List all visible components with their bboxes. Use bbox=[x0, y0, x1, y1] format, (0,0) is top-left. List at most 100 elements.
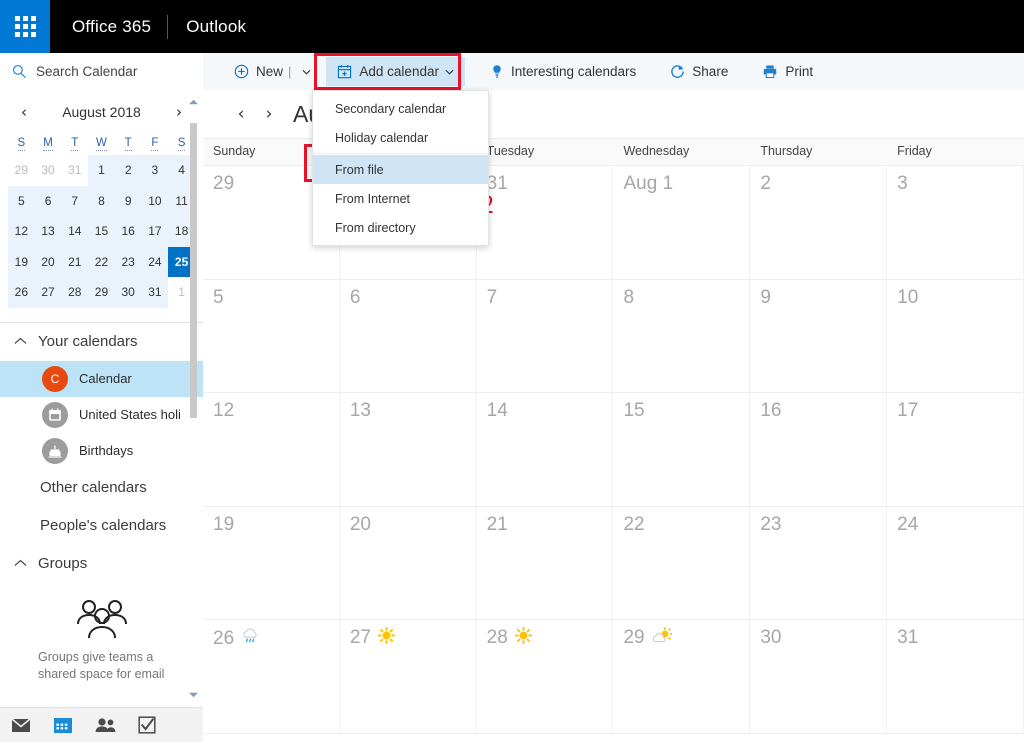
menu-item[interactable]: From Internet bbox=[313, 184, 488, 213]
peoples-calendars-header[interactable]: People's calendars bbox=[0, 507, 203, 545]
mini-calendar-title[interactable]: August 2018 bbox=[62, 104, 141, 120]
sidebar-scrollbar[interactable] bbox=[187, 95, 200, 702]
calendar-day-cell[interactable]: Aug 1 bbox=[613, 166, 751, 279]
menu-item[interactable]: From directory bbox=[313, 213, 488, 242]
calendar-day-number: 7 bbox=[486, 286, 498, 308]
sidebar-item-calendar[interactable]: C Calendar bbox=[0, 360, 203, 397]
people-icon[interactable] bbox=[84, 717, 126, 733]
calendar-day-cell[interactable]: 29 bbox=[613, 620, 751, 733]
mini-calendar-day[interactable]: 23 bbox=[114, 246, 142, 277]
add-calendar-button[interactable]: Add calendar bbox=[326, 57, 465, 86]
mini-calendar-day[interactable]: 30 bbox=[114, 277, 142, 308]
mini-calendar-day[interactable]: 26 bbox=[8, 277, 35, 308]
scroll-down-icon[interactable] bbox=[187, 688, 200, 702]
mini-calendar-day[interactable]: 21 bbox=[61, 246, 89, 277]
calendar-day-cell[interactable]: 30 bbox=[750, 620, 888, 733]
calendar-day-cell[interactable]: 22 bbox=[613, 506, 751, 619]
mini-calendar-day[interactable]: 8 bbox=[88, 185, 115, 216]
search-input[interactable]: Search Calendar bbox=[0, 53, 203, 91]
menu-item[interactable]: From file bbox=[313, 155, 488, 184]
calendar-day-cell[interactable]: 26 bbox=[203, 620, 340, 733]
mini-calendar-day[interactable]: 6 bbox=[34, 185, 62, 216]
calendar-icon[interactable] bbox=[42, 716, 84, 734]
print-button[interactable]: Print bbox=[751, 57, 824, 86]
calendar-day-cell[interactable]: 9 bbox=[750, 279, 888, 392]
interesting-calendars-button[interactable]: Interesting calendars bbox=[479, 57, 647, 86]
calendar-day-cell[interactable]: 8 bbox=[613, 279, 751, 392]
mini-calendar-day[interactable]: 7 bbox=[61, 185, 89, 216]
calendar-day-cell[interactable]: 23 bbox=[750, 506, 888, 619]
mini-calendar-day[interactable]: 13 bbox=[34, 216, 62, 247]
app-launcher-icon[interactable] bbox=[0, 0, 50, 53]
chevron-down-icon[interactable] bbox=[445, 66, 454, 78]
tasks-icon[interactable] bbox=[126, 716, 168, 734]
mini-calendar-day[interactable]: 10 bbox=[141, 185, 169, 216]
mini-calendar-next-month[interactable]: › bbox=[169, 103, 189, 121]
scrollbar-thumb[interactable] bbox=[190, 123, 197, 418]
mini-calendar-day[interactable]: 5 bbox=[8, 185, 35, 216]
calendar-day-cell[interactable]: 10 bbox=[887, 279, 1024, 392]
calendar-day-cell[interactable]: 13 bbox=[340, 393, 477, 506]
new-button[interactable]: New | bbox=[223, 57, 322, 86]
calendar-day-cell[interactable]: 17 bbox=[887, 393, 1024, 506]
calendar-next-button[interactable]: › bbox=[255, 104, 283, 124]
calendar-day-number: 12 bbox=[213, 400, 235, 421]
mini-calendar-day[interactable]: 24 bbox=[141, 246, 169, 277]
mini-calendar-day[interactable]: 3 bbox=[141, 155, 169, 186]
menu-item[interactable]: Holiday calendar bbox=[313, 123, 488, 152]
mini-calendar-day[interactable]: 20 bbox=[34, 246, 62, 277]
calendar-day-cell[interactable]: 28 bbox=[477, 620, 614, 733]
calendar-day-cell[interactable]: 27 bbox=[340, 620, 477, 733]
groups-header[interactable]: Groups bbox=[0, 545, 203, 583]
mini-calendar-day[interactable]: 19 bbox=[8, 246, 35, 277]
menu-item[interactable]: Secondary calendar bbox=[313, 94, 488, 123]
calendar-day-cell[interactable]: 14 bbox=[477, 393, 614, 506]
mini-calendar-day[interactable]: 9 bbox=[114, 185, 142, 216]
calendar-day-number: 29 bbox=[213, 173, 235, 194]
calendar-day-cell[interactable]: 20 bbox=[340, 506, 477, 619]
mini-calendar-day[interactable]: 30 bbox=[35, 155, 62, 186]
mini-calendar-day[interactable]: 17 bbox=[141, 216, 169, 247]
chevron-down-icon[interactable] bbox=[302, 66, 311, 78]
mini-calendar-day[interactable]: 29 bbox=[8, 155, 35, 186]
mini-calendar-prev-month[interactable]: ‹ bbox=[14, 103, 34, 121]
calendar-day-cell[interactable]: 7 bbox=[477, 279, 614, 392]
mini-calendar-day[interactable]: 1 bbox=[88, 155, 115, 186]
calendar-day-cell[interactable]: 5 bbox=[203, 279, 340, 392]
mini-calendar-day[interactable]: 15 bbox=[88, 216, 115, 247]
calendar-day-cell[interactable]: 6 bbox=[340, 279, 477, 392]
mini-calendar-day[interactable]: 14 bbox=[61, 216, 89, 247]
mini-calendar-day[interactable]: 29 bbox=[88, 277, 115, 308]
calendar-day-cell[interactable]: 24 bbox=[887, 506, 1024, 619]
calendar-day-cell[interactable]: 2 bbox=[750, 166, 888, 279]
calendar-day-cell[interactable]: 31 bbox=[477, 166, 614, 279]
sidebar-item-calendar[interactable]: Birthdays bbox=[0, 433, 203, 469]
calendar-day-cell[interactable]: 3 bbox=[887, 166, 1024, 279]
calendar-day-cell[interactable]: 12 bbox=[203, 393, 340, 506]
suite-brand[interactable]: Office 365 bbox=[50, 17, 167, 37]
mini-calendar-day[interactable]: 12 bbox=[8, 216, 35, 247]
share-button[interactable]: Share bbox=[659, 57, 739, 86]
mini-calendar-day[interactable]: 31 bbox=[61, 155, 88, 186]
calendar-day-cell[interactable]: 15 bbox=[613, 393, 751, 506]
calendar-prev-button[interactable]: ‹ bbox=[227, 104, 255, 124]
mail-icon[interactable] bbox=[0, 717, 42, 733]
calendar-day-cell[interactable]: 21 bbox=[477, 506, 614, 619]
calendar-day-cell[interactable]: 19 bbox=[203, 506, 340, 619]
mini-calendar-day[interactable]: 16 bbox=[114, 216, 142, 247]
day-header: Friday bbox=[897, 144, 932, 158]
mini-calendar-day[interactable]: 22 bbox=[88, 246, 115, 277]
mini-calendar-day[interactable]: 27 bbox=[34, 277, 62, 308]
calendar-day-cell[interactable]: 16 bbox=[750, 393, 888, 506]
your-calendars-header[interactable]: Your calendars bbox=[0, 323, 203, 361]
other-calendars-header[interactable]: Other calendars bbox=[0, 469, 203, 507]
suite-app-name[interactable]: Outlook bbox=[168, 17, 264, 37]
calendar-week-row: 19 20 21 22 23 24 bbox=[203, 506, 1024, 620]
calendar-day-cell[interactable]: 31 bbox=[887, 620, 1024, 733]
mini-calendar-day[interactable]: 28 bbox=[61, 277, 89, 308]
sidebar-item-calendar[interactable]: United States holi bbox=[0, 397, 203, 433]
mini-calendar-day[interactable]: 31 bbox=[141, 277, 169, 308]
scroll-up-icon[interactable] bbox=[187, 95, 200, 109]
calendar-week-row: 12 13 14 15 16 17 bbox=[203, 393, 1024, 507]
mini-calendar-day[interactable]: 2 bbox=[114, 155, 142, 186]
